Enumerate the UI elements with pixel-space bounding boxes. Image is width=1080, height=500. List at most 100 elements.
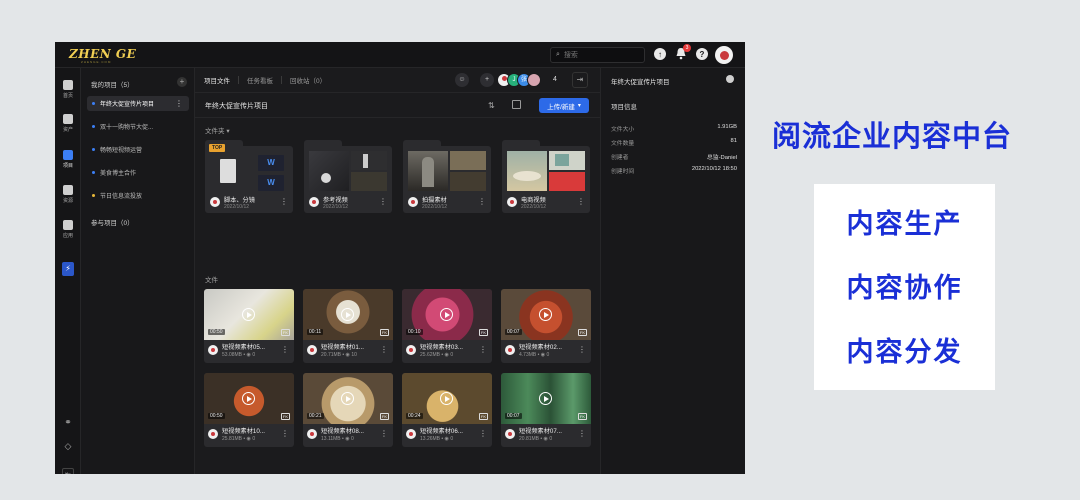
- video-card[interactable]: 00:24 FK 短视频素材06... 13.26MB • ◉ 0 ⋮: [402, 373, 492, 447]
- video-card[interactable]: 00:07 FK 短视频素材07... 20.81MB • ◉ 0 ⋮: [501, 373, 591, 447]
- folder-preview: [408, 151, 486, 191]
- video-name: 短视频素材07...: [519, 428, 562, 435]
- more-icon[interactable]: ⋮: [479, 429, 487, 438]
- video-card[interactable]: 00:21 FK 短视频素材08... 13.11MB • ◉ 0 ⋮: [303, 373, 393, 447]
- joined-projects-heading[interactable]: 参与项目（0）: [91, 217, 134, 227]
- folder-date: 2022/10/12: [224, 204, 250, 210]
- folder-card[interactable]: W W 脚本、分镜 2022/10/12 ⋮ TOP: [205, 140, 293, 213]
- project-item[interactable]: 美食博主合作: [87, 165, 189, 180]
- lightning-icon[interactable]: ⚡: [62, 262, 74, 276]
- project-item[interactable]: 年终大促宣传片项目 ⋮: [87, 96, 189, 111]
- video-name: 短视频素材02...: [519, 344, 562, 351]
- more-icon[interactable]: ⋮: [379, 197, 387, 206]
- folder-card[interactable]: 拍摄素材 2022/10/12 ⋮: [403, 140, 491, 213]
- more-icon[interactable]: ⋮: [577, 197, 585, 206]
- tab-task-board[interactable]: 任务看板: [239, 75, 281, 85]
- video-meta: 20.81MB • ◉ 0: [519, 436, 553, 442]
- video-name: 短视频素材05...: [222, 344, 265, 351]
- more-icon[interactable]: ⋮: [281, 429, 289, 438]
- avatar: [406, 345, 416, 355]
- more-icon[interactable]: ⋮: [280, 197, 288, 206]
- play-icon[interactable]: [539, 308, 552, 321]
- user-avatar[interactable]: [715, 46, 733, 64]
- video-meta: 13.26MB • ◉ 0: [420, 436, 454, 442]
- tab-project-files[interactable]: 项目文件: [204, 75, 238, 85]
- more-icon[interactable]: ⋮: [578, 345, 586, 354]
- project-item[interactable]: 畅畅短视频运营: [87, 142, 189, 157]
- folder-card[interactable]: 参考视频 2022/10/12 ⋮: [304, 140, 392, 213]
- video-card[interactable]: 00:07 FK 短视频素材02... 4.73MB • ◉ 0 ⋮: [501, 289, 591, 363]
- play-icon[interactable]: [539, 392, 552, 405]
- project-dot-icon: [92, 125, 95, 128]
- play-icon[interactable]: [440, 308, 453, 321]
- folder-name: 参考视频: [323, 197, 348, 204]
- collapse-sidebar-icon[interactable]: ⇤: [62, 468, 74, 474]
- add-project-button[interactable]: +: [177, 77, 187, 87]
- rail-item-home[interactable]: 首页: [55, 80, 81, 99]
- video-duration: 00:07: [505, 413, 522, 419]
- video-name: 短视频素材08...: [321, 428, 364, 435]
- folder-preview: W W: [210, 151, 288, 191]
- video-card[interactable]: 00:10 FK 短视频素材03... 25.62MB • ◉ 0 ⋮: [402, 289, 492, 363]
- more-icon[interactable]: ⋮: [175, 99, 183, 108]
- video-name: 短视频素材06...: [420, 428, 463, 435]
- rail-item-projects[interactable]: 项目: [55, 150, 81, 169]
- rail-item-apps[interactable]: 应用: [55, 220, 81, 239]
- video-card[interactable]: 00:11 FK 短视频素材01... 20.71MB • ◉ 10 ⋮: [303, 289, 393, 363]
- folder-date: 2022/10/12: [422, 204, 448, 210]
- folder-date: 2022/10/12: [521, 204, 547, 210]
- more-icon[interactable]: ⋮: [380, 429, 388, 438]
- comment-icon: ◉: [345, 352, 350, 358]
- help-icon[interactable]: ?: [696, 48, 708, 60]
- comment-icon: ◉: [246, 352, 251, 358]
- upload-icon[interactable]: ↑: [654, 48, 666, 60]
- video-meta: 25.81MB • ◉ 0: [222, 436, 256, 442]
- play-icon[interactable]: [242, 392, 255, 405]
- rail-item-assets[interactable]: 资产: [55, 114, 81, 133]
- folder-name: 电商视频: [521, 197, 546, 204]
- gear-icon[interactable]: [726, 75, 734, 83]
- tag-icon[interactable]: ◇: [62, 440, 74, 452]
- more-icon[interactable]: ⋮: [478, 197, 486, 206]
- upload-new-button[interactable]: 上传/新建 ▾: [539, 98, 589, 113]
- comment-icon: ◉: [246, 436, 251, 442]
- play-icon[interactable]: [341, 308, 354, 321]
- video-meta: 20.71MB • ◉ 10: [321, 352, 357, 358]
- video-duration: 00:24: [406, 413, 423, 419]
- avatar: [208, 429, 218, 439]
- add-member-icon[interactable]: +: [480, 73, 494, 87]
- more-icon[interactable]: ⋮: [578, 429, 586, 438]
- rail-item-resources[interactable]: 资源: [55, 185, 81, 204]
- robot-icon[interactable]: ☺: [455, 73, 469, 87]
- more-icon[interactable]: ⋮: [479, 345, 487, 354]
- project-item[interactable]: 节日信息流投放: [87, 188, 189, 203]
- apps-icon: [63, 220, 73, 230]
- member-count: 4: [553, 76, 557, 83]
- sort-icon[interactable]: ⇅: [488, 101, 495, 110]
- comment-icon: ◉: [543, 436, 548, 442]
- video-card[interactable]: 00:50 FK 短视频素材10... 25.81MB • ◉ 0 ⋮: [204, 373, 294, 447]
- folder-name: 脚本、分镜: [224, 197, 255, 204]
- info-row: 创建时间 2022/10/12 18:50: [611, 166, 737, 175]
- project-dot-icon: [92, 171, 95, 174]
- tab-recycle-bin[interactable]: 回收站（0）: [282, 75, 334, 85]
- grid-view-icon[interactable]: [512, 100, 521, 109]
- collapse-panel-button[interactable]: ⇥: [572, 72, 588, 88]
- video-duration: 00:50: [208, 413, 225, 419]
- play-icon[interactable]: [242, 308, 255, 321]
- link-icon[interactable]: ⚭: [62, 416, 74, 428]
- info-row: 创建者 总监-Daniel: [611, 155, 737, 161]
- more-icon[interactable]: ⋮: [380, 345, 388, 354]
- more-icon[interactable]: ⋮: [281, 345, 289, 354]
- search-input[interactable]: ⌕ 搜索: [550, 47, 645, 63]
- folder-card[interactable]: 电商视频 2022/10/12 ⋮: [502, 140, 590, 213]
- play-icon[interactable]: [440, 392, 453, 405]
- video-card[interactable]: 00:50 FK 短视频素材05... 53.08MB • ◉ 0 ⋮: [204, 289, 294, 363]
- comment-icon: ◉: [444, 352, 449, 358]
- logo[interactable]: ZHEN GE: [69, 47, 136, 61]
- project-item[interactable]: 双十一购物节大促...: [87, 119, 189, 134]
- folders-dropdown[interactable]: 文件夹 ▾: [205, 125, 230, 135]
- play-icon[interactable]: [341, 392, 354, 405]
- comment-icon: ◉: [444, 436, 449, 442]
- member-avatar[interactable]: [527, 73, 541, 87]
